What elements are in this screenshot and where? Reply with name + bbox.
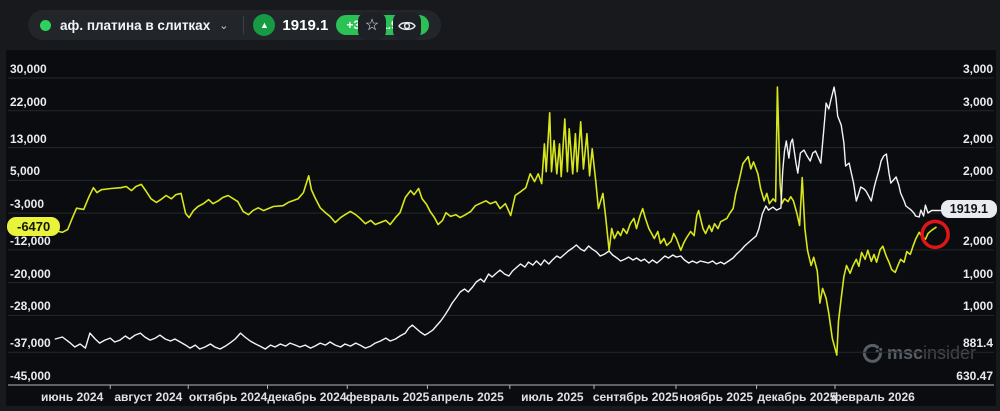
red-circle-annotation [922, 221, 948, 247]
y-axis-label-right: 2,000 [963, 165, 993, 178]
x-axis-label: июнь 2024 [41, 390, 103, 404]
x-axis-label: декабрь 2024 [267, 390, 346, 404]
y-axis-label-right: 1,000 [963, 300, 993, 313]
x-axis-label: сентябрь 2025 [593, 390, 679, 404]
y-axis-label-right: 1,000 [963, 268, 993, 281]
y-axis-label-left: -20,000 [10, 268, 51, 281]
x-axis-label: октябрь 2024 [189, 390, 267, 404]
y-axis-label-left: -12,000 [10, 235, 51, 248]
y-axis-label-left: -3,000 [10, 198, 44, 211]
y-axis-label-right: 2,000 [963, 133, 993, 146]
y-axis-label-right: 630.47 [956, 370, 993, 383]
x-axis-label: февраль 2025 [346, 390, 429, 404]
chart-plot-area[interactable] [0, 0, 1000, 411]
left-axis-current-value-badge: -6470 [7, 217, 60, 236]
y-axis-label-right: 3,000 [963, 63, 993, 76]
y-axis-label-left: -45,000 [10, 370, 51, 383]
x-axis-label: август 2024 [114, 390, 182, 404]
y-axis-label-left: 5,000 [10, 165, 40, 178]
y-axis-label-left: 22,000 [10, 96, 47, 109]
x-axis-label: февраль 2026 [831, 390, 914, 404]
x-axis-label: декабрь 2025 [757, 390, 836, 404]
y-axis-label-left: -28,000 [10, 300, 51, 313]
x-axis-label: ноябрь 2025 [679, 390, 753, 404]
x-axis-label: апрель 2025 [431, 390, 504, 404]
y-axis-label-right: 3,000 [963, 96, 993, 109]
y-axis-label-right: 881.4 [963, 337, 993, 350]
y-axis-label-left: -37,000 [10, 337, 51, 350]
yellow-series [50, 87, 936, 355]
y-axis-label-left: 30,000 [10, 63, 47, 76]
x-axis-label: июль 2025 [521, 390, 583, 404]
y-axis-label-right: 2,000 [963, 235, 993, 248]
right-axis-current-value-badge: 1919.1 [941, 200, 997, 218]
y-axis-label-left: 13,000 [10, 133, 47, 146]
